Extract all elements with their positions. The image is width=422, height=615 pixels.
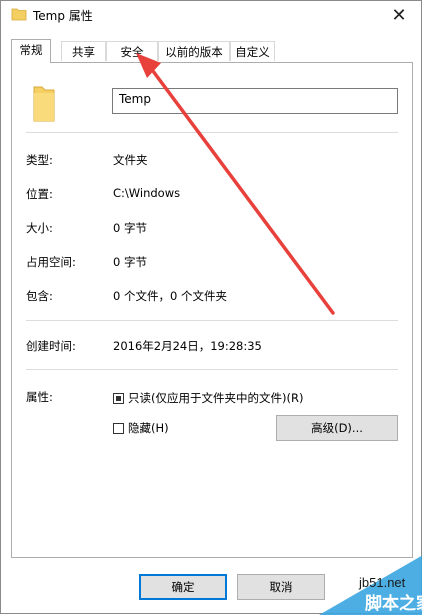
advanced-button-label: 高级(D)...: [311, 421, 363, 435]
tab-security[interactable]: 安全: [106, 41, 158, 61]
tab-previous-versions[interactable]: 以前的版本: [158, 41, 230, 61]
close-button[interactable]: ✕: [377, 1, 421, 29]
title-bar: Temp 属性 ✕: [1, 1, 421, 29]
size-label: 大小:: [26, 221, 53, 235]
contains-label: 包含:: [26, 289, 53, 303]
contains-value: 0 个文件，0 个文件夹: [113, 289, 227, 303]
watermark-site: jb51.net: [358, 575, 406, 590]
tab-label: 自定义: [235, 45, 270, 59]
folder-name-input[interactable]: Temp: [112, 88, 398, 114]
location-value: C:\Windows: [113, 186, 181, 200]
hidden-checkbox[interactable]: [113, 423, 124, 434]
cancel-button-label: 取消: [269, 580, 293, 594]
watermark-brand: 脚本之家: [365, 593, 422, 614]
readonly-label[interactable]: 只读(仅应用于文件夹中的文件)(R): [128, 390, 303, 406]
attributes-label: 属性:: [26, 390, 53, 404]
location-label: 位置:: [26, 187, 53, 201]
hidden-label[interactable]: 隐藏(H): [128, 420, 169, 436]
tab-customize[interactable]: 自定义: [230, 41, 275, 61]
size-value: 0 字节: [113, 221, 147, 235]
ok-button-label: 确定: [171, 580, 195, 594]
separator: [26, 320, 398, 321]
cancel-button[interactable]: 取消: [237, 574, 325, 600]
type-label: 类型:: [26, 153, 53, 167]
tab-label: 常规: [19, 43, 43, 57]
type-value: 文件夹: [113, 153, 148, 167]
window-title: Temp 属性: [33, 9, 93, 23]
separator: [26, 132, 398, 133]
general-panel: Temp 类型: 文件夹 位置: C:\Windows 大小: 0 字节 占用空…: [11, 62, 413, 558]
size-on-disk-value: 0 字节: [113, 255, 147, 269]
readonly-checkbox[interactable]: [113, 393, 124, 404]
created-label: 创建时间:: [26, 339, 76, 353]
close-icon: ✕: [391, 4, 407, 26]
separator: [26, 369, 398, 370]
tab-sharing[interactable]: 共享: [61, 41, 106, 61]
large-folder-icon: [33, 86, 55, 122]
size-on-disk-label: 占用空间:: [26, 255, 76, 269]
advanced-button[interactable]: 高级(D)...: [276, 415, 398, 441]
folder-icon: [11, 8, 27, 21]
tab-label: 以前的版本: [165, 45, 223, 59]
tab-label: 共享: [72, 45, 95, 59]
properties-window: Temp 属性 ✕ 常规 共享 安全 以前的版本 自定义 Temp 类型: 文件…: [0, 0, 422, 615]
created-value: 2016年2月24日，19:28:35: [113, 339, 262, 353]
ok-button[interactable]: 确定: [139, 574, 227, 600]
tab-label: 安全: [120, 45, 144, 59]
watermark-logo: jb51.net 脚本之家: [319, 555, 422, 615]
tab-general[interactable]: 常规: [11, 39, 51, 63]
